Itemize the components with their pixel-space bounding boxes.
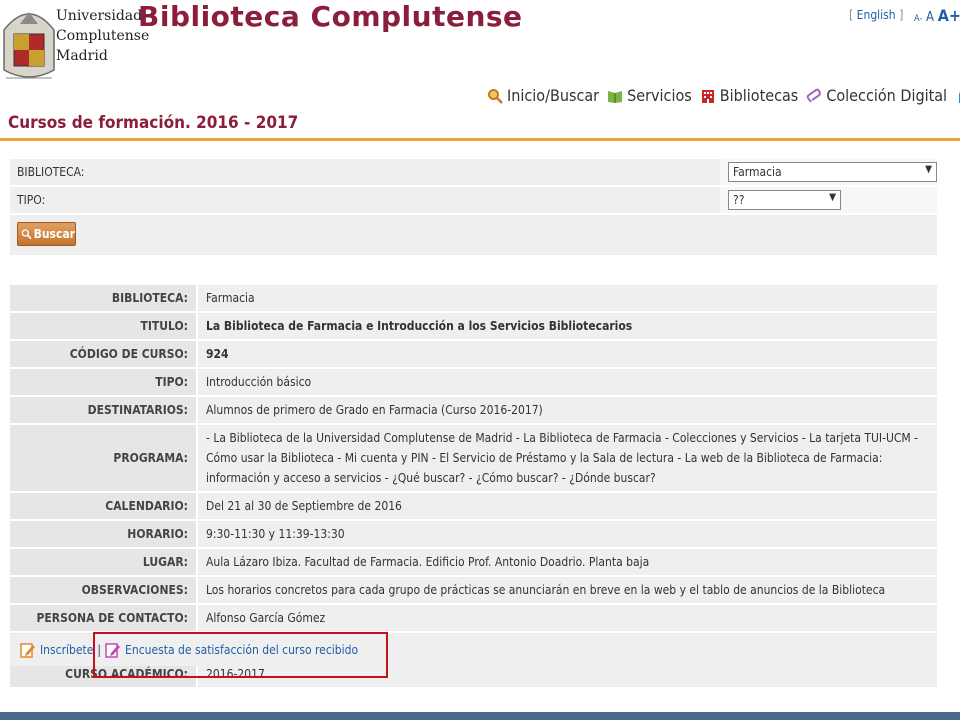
biblioteca-label: BIBLIOTECA: <box>17 165 85 179</box>
detail-value: - La Biblioteca de la Universidad Complu… <box>198 425 937 491</box>
form-row-biblioteca: BIBLIOTECA: Farmacia ▼ <box>10 159 937 187</box>
detail-value: Los horarios concretos para cada grupo d… <box>198 577 937 603</box>
detail-key: HORARIO: <box>10 521 198 547</box>
nav-item-ayuda[interactable]: Ay <box>955 86 960 105</box>
detail-row: DESTINATARIOS: Alumnos de primero de Grad… <box>10 397 937 423</box>
course-details-table: BIBLIOTECA: Farmacia TITULO: La Biblioteca … <box>10 283 937 689</box>
detail-value: Del 21 al 30 de Septiembre de 2016 <box>198 493 937 519</box>
nav-item-bibliotecas[interactable]: Bibliotecas <box>700 86 799 105</box>
detail-value: Farmacia <box>198 285 937 311</box>
search-form: BIBLIOTECA: Farmacia ▼ TIPO: ?? ▼ Buscar <box>10 159 937 255</box>
title-divider <box>0 138 960 141</box>
detail-value: 9:30-11:30 y 11:39-13:30 <box>198 521 937 547</box>
search-button[interactable]: Buscar <box>17 222 76 246</box>
detail-key: PERSONA DE CONTACTO: <box>10 605 198 631</box>
font-size-controls: A- A A+ <box>914 6 960 25</box>
paperclip-icon <box>806 88 822 103</box>
detail-row: OBSERVACIONES: Los horarios concretos par… <box>10 577 937 603</box>
nav-label: Colección Digital <box>826 86 948 105</box>
detail-key: TIPO: <box>10 369 198 395</box>
tipo-label: TIPO: <box>17 193 46 207</box>
language-switch[interactable]: [ English ] <box>849 8 903 22</box>
highlight-box <box>93 632 388 678</box>
tipo-select-value: ?? <box>733 193 745 207</box>
detail-value: La Biblioteca de Farmacia e Introducción… <box>198 313 937 339</box>
inscribete-link[interactable]: Inscríbete <box>20 642 93 658</box>
inscribete-label: Inscríbete <box>40 643 94 657</box>
biblioteca-select-value: Farmacia <box>733 165 782 179</box>
detail-row: HORARIO: 9:30-11:30 y 11:39-13:30 <box>10 521 937 547</box>
font-increase-button[interactable]: A+ <box>938 6 960 25</box>
detail-key: CALENDARIO: <box>10 493 198 519</box>
detail-row: TITULO: La Biblioteca de Farmacia e Intro… <box>10 313 937 339</box>
nav-label: Servicios <box>627 86 692 105</box>
edit-form-icon <box>20 643 35 658</box>
detail-row: PROGRAMA: - La Biblioteca de la Universid… <box>10 425 937 491</box>
page-title: Cursos de formación. 2016 - 2017 <box>8 113 299 133</box>
site-brand-title[interactable]: Biblioteca Complutense <box>138 0 523 33</box>
biblioteca-select[interactable]: Farmacia ▼ <box>728 162 937 182</box>
detail-row: CÓDIGO DE CURSO: 924 <box>10 341 937 367</box>
detail-key: LUGAR: <box>10 549 198 575</box>
search-button-label: Buscar <box>33 227 75 241</box>
detail-value: Introducción básico <box>198 369 937 395</box>
form-row-tipo: TIPO: ?? ▼ <box>10 187 937 215</box>
detail-key: PROGRAMA: <box>10 425 198 491</box>
nav-item-inicio-buscar[interactable]: Inicio/Buscar <box>487 86 599 105</box>
detail-row: PERSONA DE CONTACTO: Alfonso García Gómez <box>10 605 937 631</box>
nav-label: Bibliotecas <box>719 86 799 105</box>
font-normal-button[interactable]: A <box>926 10 934 25</box>
english-link[interactable]: English <box>857 8 896 22</box>
detail-row: LUGAR: Aula Lázaro Ibiza. Facultad de Far… <box>10 549 937 575</box>
chevron-down-icon: ▼ <box>925 164 932 175</box>
detail-row: BIBLIOTECA: Farmacia <box>10 285 937 311</box>
detail-key: DESTINATARIOS: <box>10 397 198 423</box>
detail-value: Alfonso García Gómez <box>198 605 937 631</box>
detail-row: CALENDARIO: Del 21 al 30 de Septiembre de… <box>10 493 937 519</box>
building-icon <box>701 89 714 103</box>
detail-value: 924 <box>198 341 937 367</box>
course-details-body: BIBLIOTECA: Farmacia TITULO: La Biblioteca … <box>10 285 937 687</box>
nav-item-coleccion-digital[interactable]: Colección Digital <box>806 86 947 105</box>
university-seal-logo <box>0 0 58 84</box>
bracket-close: ] <box>899 8 904 22</box>
university-name: Universidad Complutense Madrid <box>56 8 150 64</box>
detail-value: Alumnos de primero de Grado en Farmacia … <box>198 397 937 423</box>
detail-row: TIPO: Introducción básico <box>10 369 937 395</box>
nav-item-servicios[interactable]: Servicios <box>607 86 692 105</box>
book-icon <box>608 90 623 103</box>
search-icon <box>488 88 503 104</box>
detail-key: CÓDIGO DE CURSO: <box>10 341 198 367</box>
help-icon <box>959 91 960 103</box>
detail-key: OBSERVACIONES: <box>10 577 198 603</box>
bracket-open: [ <box>849 8 854 22</box>
chevron-down-icon: ▼ <box>829 192 836 203</box>
detail-value: Aula Lázaro Ibiza. Facultad de Farmacia.… <box>198 549 937 575</box>
bottom-bar <box>0 712 960 720</box>
detail-key: BIBLIOTECA: <box>10 285 198 311</box>
font-decrease-button[interactable]: A- <box>914 14 922 24</box>
search-icon <box>21 229 32 240</box>
form-row-actions: Buscar <box>10 215 937 255</box>
detail-key: TITULO: <box>10 313 198 339</box>
main-nav: Inicio/Buscar Servicios Bibliotecas Cole… <box>487 86 960 105</box>
nav-label: Inicio/Buscar <box>507 86 600 105</box>
tipo-select[interactable]: ?? ▼ <box>728 190 841 210</box>
